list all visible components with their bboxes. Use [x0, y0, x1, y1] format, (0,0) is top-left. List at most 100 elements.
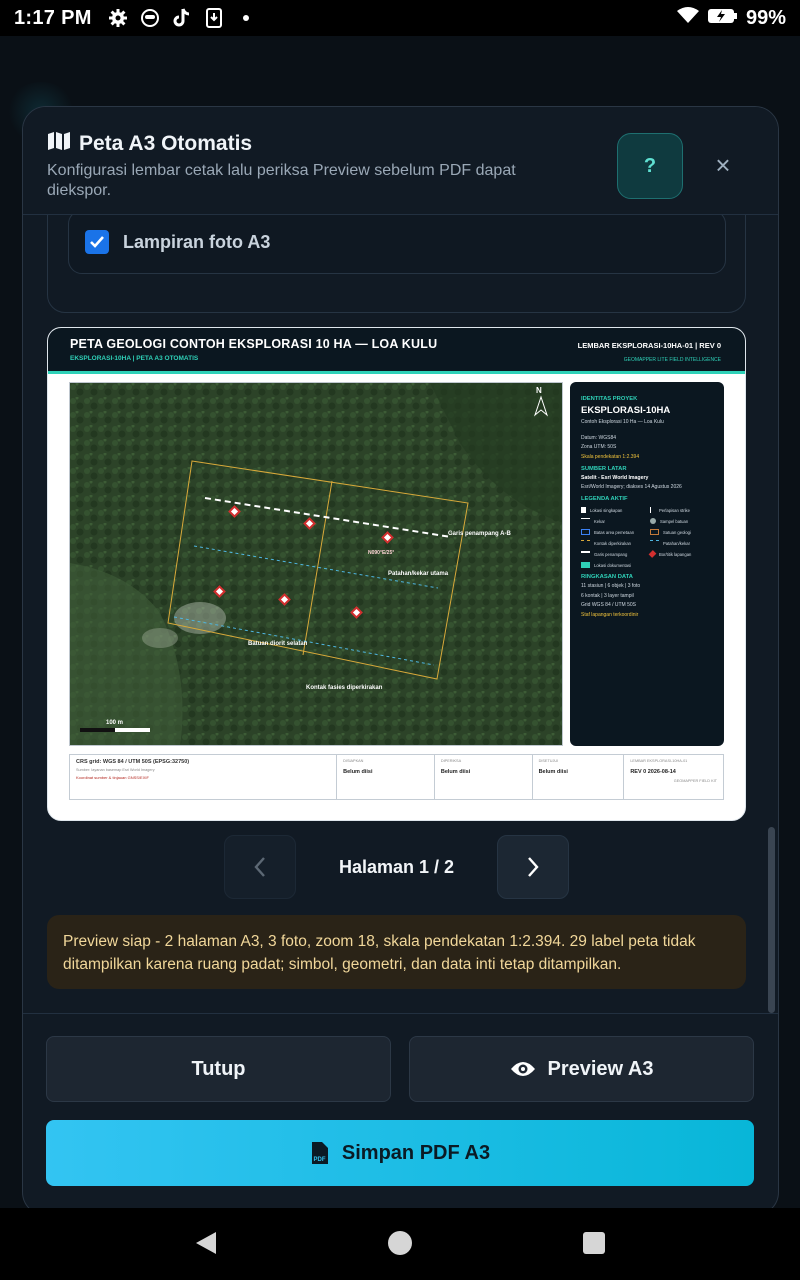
save-pdf-a3-button[interactable]: PDF Simpan PDF A3 — [46, 1120, 754, 1186]
a3-map-dialog: Peta A3 Otomatis Konfigurasi lembar ceta… — [22, 106, 779, 1216]
legend-item: Patahan/kekar — [650, 540, 713, 546]
legend-item: Lokasi singkapan — [581, 507, 644, 513]
battery-charging-icon — [707, 7, 738, 30]
options-panel: Lampiran foto A3 — [47, 215, 746, 313]
sheet-header: PETA GEOLOGI CONTOH EKSPLORASI 10 HA — L… — [48, 328, 745, 374]
legend-item: Bor/titik lapangan — [648, 550, 713, 558]
tiktok-icon — [171, 7, 193, 29]
info-summary-heading: RINGKASAN DATA — [581, 574, 633, 580]
dialog-title-text: Peta A3 Otomatis — [79, 132, 253, 155]
preview-a3-button[interactable]: Preview A3 — [409, 1036, 754, 1102]
app-face-icon — [139, 7, 161, 29]
close-icon[interactable]: × — [707, 149, 739, 181]
footer-crs-warning: Koordinat sumber & tinjauan GNSS/EXIF — [76, 775, 149, 780]
footer-checked-caption: DIPERIKSA — [440, 759, 462, 763]
map-label-strike: N090°E/25° — [368, 550, 394, 556]
legend-grid: Lokasi singkapan Perlapisan strike Kekar… — [581, 507, 713, 568]
sheet-subtitle: EKSPLORASI-10HA | PETA A3 OTOMATIS — [70, 355, 199, 362]
dialog-header: Peta A3 Otomatis Konfigurasi lembar ceta… — [23, 107, 778, 215]
chevron-right-icon — [528, 857, 539, 877]
preview-status-notice: Preview siap - 2 halaman A3, 3 foto, zoo… — [47, 915, 746, 989]
map-label-fault: Patahan/kekar utama — [388, 571, 449, 577]
footer-crs-note: Sumber: layanan basemap Esri World Image… — [76, 768, 155, 772]
footer-brand: GEOMAPPER FIELD KIT — [673, 779, 718, 783]
notification-dot-icon — [235, 7, 257, 29]
info-bg-note: Esri/World Imagery; diakses 14 Agustus 2… — [581, 483, 682, 490]
dialog-subtitle: Konfigurasi lembar cetak lalu periksa Pr… — [47, 162, 516, 199]
footer-prepared-caption: DISIAPKAN — [343, 759, 364, 763]
legend-item: Sampel batuan — [650, 518, 713, 524]
legend-item: Garis penampang — [581, 551, 644, 557]
close-button[interactable]: Tutup — [46, 1036, 391, 1102]
legend-item: Satuan geologi — [650, 529, 713, 535]
info-summary-note: Staf lapangan terkoordinir — [581, 611, 639, 618]
download-phone-icon — [203, 7, 225, 29]
pdf-file-icon: PDF — [311, 1142, 328, 1164]
footer-sheet-value: REV 0 2026-08-14 — [630, 769, 676, 775]
footer-sheet-caption: LEMBAR EKSPLORASI-10HA-01 — [630, 759, 688, 763]
info-project-desc: Contoh Eksplorasi 10 Ha — Loa Kulu — [581, 419, 664, 425]
preview-a3-label: Preview A3 — [547, 1057, 654, 1080]
page-navigator: Halaman 1 / 2 — [23, 835, 778, 899]
info-legend-heading: LEGENDA AKTIF — [581, 496, 628, 502]
nav-back-icon[interactable] — [194, 1230, 218, 1256]
status-bar: 1:17 PM 99% — [0, 0, 800, 36]
info-scale: Skala pendekatan 1:2.394 — [581, 453, 640, 460]
map-label-unit: Batuan diorit selatan — [248, 641, 308, 647]
close-button-label: Tutup — [191, 1057, 246, 1080]
status-time: 1:17 PM — [14, 6, 92, 29]
sheet-brand: GEOMAPPER LITE FIELD INTELLIGENCE — [623, 357, 721, 363]
dialog-scroll-area[interactable]: Lampiran foto A3 PETA GEOLOGI CONTOH EKS… — [23, 215, 778, 1015]
info-summary-2: 6 kontak | 3 layer tampil — [581, 592, 634, 599]
sheet-title: PETA GEOLOGI CONTOH EKSPLORASI 10 HA — L… — [70, 337, 438, 351]
sheet-info-panel: IDENTITAS PROYEK EKSPLORASI-10HA Contoh … — [570, 382, 724, 746]
map-canvas: Garis penampang A-B Patahan/kekar utama … — [70, 383, 562, 745]
legend-item: Kekar — [581, 518, 644, 524]
a3-sheet-preview: PETA GEOLOGI CONTOH EKSPLORASI 10 HA — L… — [47, 327, 746, 821]
dialog-footer: Tutup Preview A3 PDF Simpan PDF A3 — [23, 1013, 778, 1215]
svg-text:100 m: 100 m — [106, 720, 123, 726]
wifi-icon — [676, 6, 700, 30]
legend-item: Perlapisan strike — [650, 507, 713, 513]
satellite-map: Garis penampang A-B Patahan/kekar utama … — [69, 382, 563, 746]
footer-approved-caption: DISETUJUI — [538, 759, 559, 763]
info-bg-value: Satelit - Esri World Imagery — [581, 474, 649, 481]
info-project-name: EKSPLORASI-10HA — [581, 405, 671, 416]
save-pdf-a3-label: Simpan PDF A3 — [341, 1141, 491, 1164]
map-icon — [47, 131, 71, 157]
info-project-heading: IDENTITAS PROYEK — [581, 396, 638, 402]
legend-item: Batas area pemetaan — [581, 529, 644, 535]
info-summary-1: 11 stasiun | 6 objek | 3 foto — [581, 583, 641, 589]
battery-level: 99% — [745, 6, 786, 29]
dialog-title: Peta A3 Otomatis — [47, 131, 252, 157]
photo-attachment-option[interactable]: Lampiran foto A3 — [68, 215, 726, 274]
sheet-footer: CRS grid: WGS 84 / UTM 50S (EPSG:32750) … — [69, 754, 724, 800]
legend-item: Lokasi dokumentasi — [581, 562, 644, 568]
prev-page-button[interactable] — [224, 835, 296, 899]
footer-checked-value: Belum diisi — [440, 769, 471, 775]
footer-prepared-value: Belum diisi — [343, 769, 373, 775]
map-label-contact: Kontak fasies diperkirakan — [306, 685, 383, 691]
photo-attachment-checkbox[interactable] — [85, 230, 109, 254]
info-bg-heading: SUMBER LATAR — [581, 465, 627, 472]
page-indicator: Halaman 1 / 2 — [338, 856, 455, 877]
next-page-button[interactable] — [497, 835, 569, 899]
info-datum: Datum: WGS84 — [581, 434, 617, 441]
system-nav-bar — [0, 1208, 800, 1280]
legend-item: Kontak diperkirakan — [581, 540, 644, 546]
photo-attachment-label: Lampiran foto A3 — [123, 231, 271, 252]
eye-icon — [510, 1062, 535, 1076]
map-label-section-line: Garis penampang A-B — [448, 531, 511, 537]
chevron-left-icon — [254, 857, 265, 877]
dialog-scrollbar[interactable] — [768, 827, 775, 1013]
sheet-id: LEMBAR EKSPLORASI-10HA-01 | REV 0 — [577, 341, 721, 350]
nav-home-icon[interactable] — [388, 1231, 412, 1255]
footer-crs: CRS grid: WGS 84 / UTM 50S (EPSG:32750) — [76, 759, 190, 765]
info-summary-3: Grid WGS 84 / UTM 50S — [581, 602, 637, 608]
help-button[interactable]: ? — [617, 133, 683, 199]
nav-recents-icon[interactable] — [583, 1232, 605, 1254]
svg-text:N: N — [536, 386, 542, 395]
settings-gear-icon — [107, 7, 129, 29]
info-zone: Zona UTM: 50S — [581, 444, 617, 450]
svg-text:PDF: PDF — [313, 1157, 325, 1163]
